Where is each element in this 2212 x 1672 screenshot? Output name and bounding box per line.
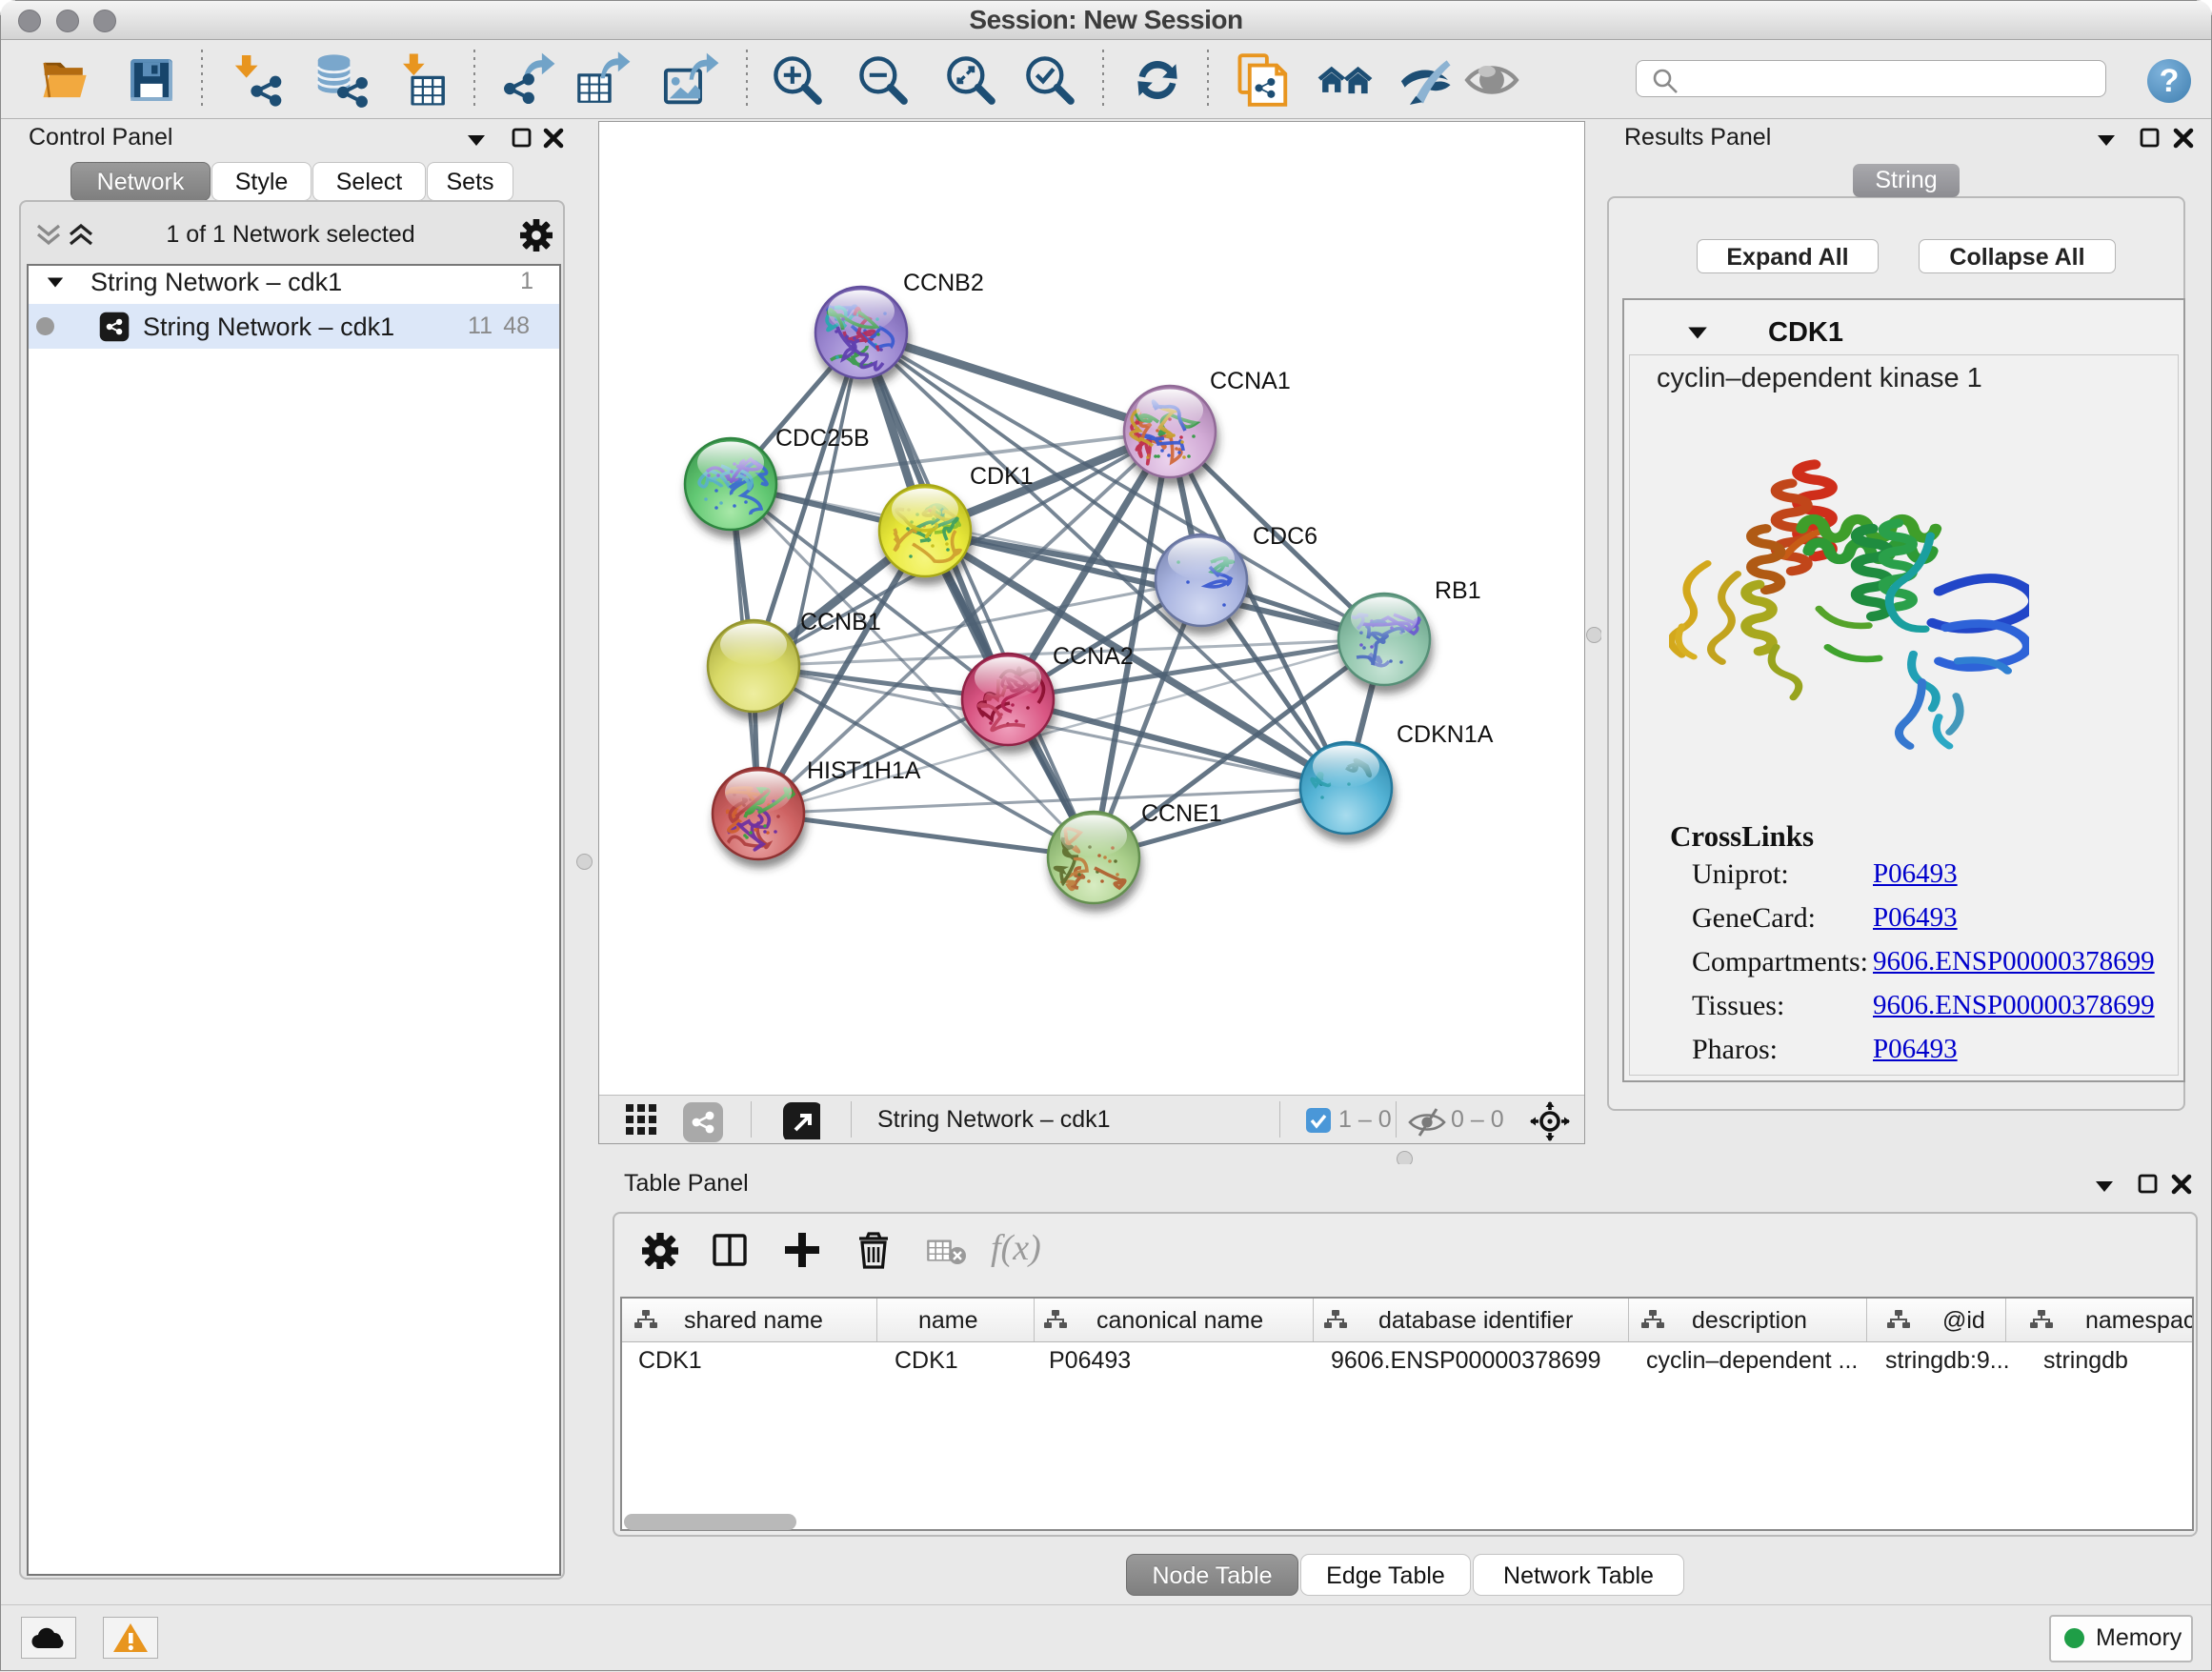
svg-text:CDC25B: CDC25B (775, 425, 870, 452)
svg-text:CDC6: CDC6 (1253, 523, 1317, 550)
svg-text:CDK1: CDK1 (970, 463, 1034, 490)
svg-text:CCNA2: CCNA2 (1053, 643, 1134, 670)
svg-text:CCNB2: CCNB2 (903, 270, 984, 296)
svg-text:CCNA1: CCNA1 (1210, 368, 1291, 394)
svg-text:CCNB1: CCNB1 (800, 609, 881, 635)
svg-text:RB1: RB1 (1435, 577, 1481, 604)
svg-text:CCNE1: CCNE1 (1141, 800, 1222, 827)
svg-text:HIST1H1A: HIST1H1A (807, 757, 921, 784)
svg-text:CDKN1A: CDKN1A (1397, 721, 1494, 748)
